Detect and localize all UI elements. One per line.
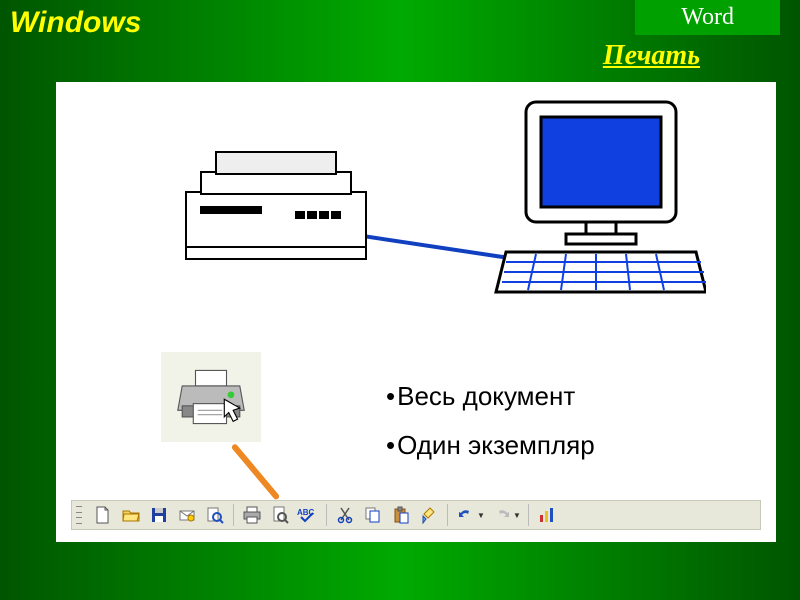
redo-dropdown[interactable]: ▼ (513, 511, 523, 520)
print-preview-icon[interactable] (267, 502, 293, 528)
undo-dropdown[interactable]: ▼ (477, 511, 487, 520)
print-action-icon (161, 352, 261, 442)
printer-computer-diagram (106, 92, 706, 312)
toolbar-grip[interactable] (76, 504, 84, 526)
section-subtitle: Печать (603, 40, 700, 72)
app-label-box: Word (635, 0, 780, 35)
toolbar-separator (447, 504, 448, 526)
save-disk-icon[interactable] (146, 502, 172, 528)
list-item: Весь документ (386, 372, 595, 421)
cut-icon[interactable] (332, 502, 358, 528)
app-label: Word (681, 4, 734, 31)
toolbar-separator (528, 504, 529, 526)
format-painter-icon[interactable] (416, 502, 442, 528)
list-item: Один экземпляр (386, 421, 595, 470)
print-options-list: Весь документ Один экземпляр (386, 372, 595, 471)
toolbar-separator (326, 504, 327, 526)
content-panel: Весь документ Один экземпляр ABC (56, 82, 776, 542)
new-document-icon[interactable] (90, 502, 116, 528)
chart-icon[interactable] (534, 502, 560, 528)
spellcheck-icon[interactable]: ABC (295, 502, 321, 528)
callout-line (231, 443, 281, 500)
slide-title-left: Windows (8, 6, 141, 40)
search-icon[interactable] (202, 502, 228, 528)
paste-icon[interactable] (388, 502, 414, 528)
copy-icon[interactable] (360, 502, 386, 528)
print-icon[interactable] (239, 502, 265, 528)
mail-icon[interactable] (174, 502, 200, 528)
word-toolbar: ABC ▼ ▼ (71, 500, 761, 530)
undo-icon[interactable] (453, 502, 479, 528)
svg-text:ABC: ABC (297, 508, 315, 517)
redo-icon[interactable] (489, 502, 515, 528)
open-folder-icon[interactable] (118, 502, 144, 528)
toolbar-separator (233, 504, 234, 526)
